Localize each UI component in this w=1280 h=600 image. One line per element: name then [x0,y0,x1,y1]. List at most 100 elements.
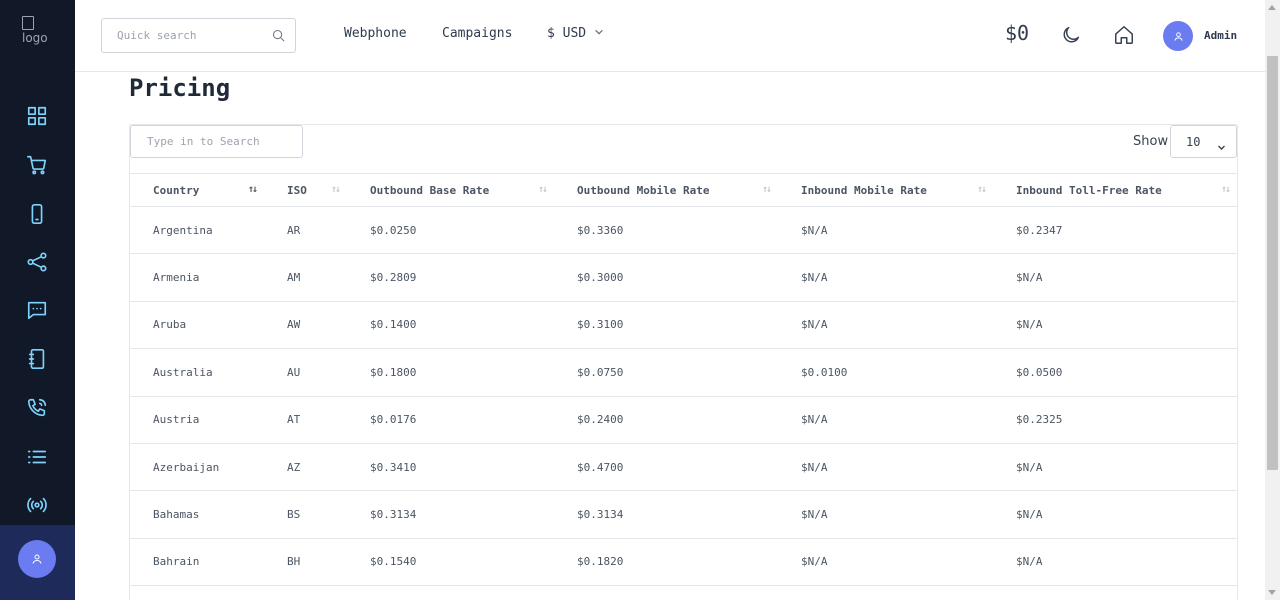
sort-icon: ↑↓ [537,184,548,195]
moon-icon [1060,26,1082,50]
column-header-label: Country [153,183,200,197]
chevron-down-icon [1217,137,1226,156]
show-label: Show [1133,134,1169,149]
cell-outbound-mobile-rate: $0.0750 [554,348,778,397]
cell-outbound-base-rate: $0.1800 [347,348,554,397]
contacts-book-icon [26,348,48,374]
column-header-inbound-toll-free-rate[interactable]: Inbound Toll-Free Rate ↑↓ [993,173,1237,207]
cell-country: Bahrain [130,538,264,587]
cell-inbound-mobile-rate: $N/A [778,538,993,587]
sidebar-item-dashboard[interactable] [24,105,50,131]
sidebar-item-list[interactable] [24,446,50,472]
table-search-input[interactable] [130,125,303,158]
cell-iso: AU [264,348,347,397]
cell-country: Aruba [130,301,264,350]
cell-outbound-base-rate: $0.2809 [347,253,554,302]
cell-inbound-toll-free-rate: $N/A [993,538,1237,587]
cell-inbound-toll-free-rate: $0.2325 [993,396,1237,444]
table-header-row: Country ↑↓ ISO ↑↓ Outbound Base Rate ↑↓ Out… [130,173,1237,207]
page-size-value: 10 [1186,135,1201,149]
sort-icon: ↑↓ [976,184,987,195]
sidebar-item-cart[interactable] [24,154,50,180]
cell-iso: BS [264,490,347,539]
sort-icon: ↑↓ [1220,184,1231,195]
search-icon[interactable] [271,28,286,43]
cell-iso: BH [264,538,347,587]
column-header-label: Outbound Base Rate [370,183,490,197]
cell-iso: AW [264,301,347,350]
cell-inbound-mobile-rate: $0.0100 [778,348,993,397]
chevron-down-icon [594,26,604,41]
cell-outbound-mobile-rate: $0.4700 [554,443,778,492]
dashboard-icon [26,105,48,131]
share-icon [26,251,48,277]
table-row: Argentina AR $0.0250 $0.3360 $N/A $0.234… [130,206,1237,255]
sidebar-user-section [0,525,75,600]
scrollbar-thumb[interactable] [1267,56,1278,470]
user-icon [31,550,43,569]
column-header-outbound-mobile-rate[interactable]: Outbound Mobile Rate ↑↓ [554,173,778,207]
column-header-label: ISO [287,183,307,197]
sidebar-avatar[interactable] [18,540,56,578]
cell-outbound-mobile-rate: $0.3134 [554,490,778,539]
currency-dropdown[interactable]: $ USD [547,26,604,41]
sidebar-item-share[interactable] [24,251,50,277]
cell-country: Armenia [130,253,264,302]
cell-outbound-base-rate: $0.3410 [347,443,554,492]
scroll-down-icon[interactable] [1268,590,1276,595]
cell-inbound-toll-free-rate: $N/A [993,301,1237,350]
cell-outbound-base-rate: $0.1400 [347,301,554,350]
cell-inbound-toll-free-rate: $N/A [993,490,1237,539]
page-scrollbar[interactable] [1265,0,1280,600]
sidebar-item-broadcast[interactable] [24,494,50,520]
column-header-inbound-mobile-rate[interactable]: Inbound Mobile Rate ↑↓ [778,173,993,207]
phone-call-icon [26,397,48,423]
cell-inbound-toll-free-rate: $N/A [993,253,1237,302]
sidebar-item-messages[interactable] [24,299,50,325]
cell-country: Australia [130,348,264,397]
column-header-iso[interactable]: ISO ↑↓ [264,173,347,207]
cell-country: Argentina [130,206,264,255]
scroll-up-icon[interactable] [1268,5,1276,10]
dark-mode-toggle[interactable] [1060,24,1082,46]
cell-inbound-mobile-rate: $N/A [778,206,993,255]
table-row: Austria AT $0.0176 $0.2400 $N/A $0.2325 [130,396,1237,444]
cell-outbound-base-rate: $0.0176 [347,396,554,444]
quick-search [101,18,296,53]
quick-search-input[interactable] [102,19,262,52]
user-name[interactable]: Admin [1204,29,1237,42]
page-size-select[interactable]: 10 [1170,125,1237,158]
broken-image-icon [22,16,34,30]
cell-outbound-mobile-rate: $0.3360 [554,206,778,255]
campaigns-link[interactable]: Campaigns [442,26,512,41]
user-icon [1173,27,1184,46]
home-button[interactable] [1113,24,1135,46]
cell-outbound-base-rate: $0.1540 [347,538,554,587]
cell-country: Austria [130,396,264,444]
cell-inbound-mobile-rate: $N/A [778,253,993,302]
cell-inbound-toll-free-rate: $N/A [993,443,1237,492]
sort-asc-icon: ↑↓ [247,184,258,195]
column-header-outbound-base-rate[interactable]: Outbound Base Rate ↑↓ [347,173,554,207]
cell-iso: AM [264,253,347,302]
column-header-label: Outbound Mobile Rate [577,183,710,197]
table-row: Australia AU $0.1800 $0.0750 $0.0100 $0.… [130,348,1237,397]
sidebar-item-device[interactable] [24,203,50,229]
webphone-link[interactable]: Webphone [344,26,407,41]
logo[interactable]: logo [22,16,56,50]
column-header-country[interactable]: Country ↑↓ [130,173,264,207]
page-title: Pricing [129,74,231,102]
pricing-table: Country ↑↓ ISO ↑↓ Outbound Base Rate ↑↓ Out… [130,173,1237,587]
sidebar-item-contacts[interactable] [24,348,50,374]
cell-country: Azerbaijan [130,443,264,492]
cell-iso: AT [264,396,347,444]
sidebar-item-calls[interactable] [24,397,50,423]
user-avatar[interactable] [1163,21,1193,51]
table-row: Aruba AW $0.1400 $0.3100 $N/A $N/A [130,301,1237,350]
cell-iso: AR [264,206,347,255]
table-row: Armenia AM $0.2809 $0.3000 $N/A $N/A [130,253,1237,302]
cell-inbound-mobile-rate: $N/A [778,490,993,539]
list-icon [26,446,48,472]
cell-inbound-toll-free-rate: $0.0500 [993,348,1237,397]
cell-outbound-base-rate: $0.3134 [347,490,554,539]
